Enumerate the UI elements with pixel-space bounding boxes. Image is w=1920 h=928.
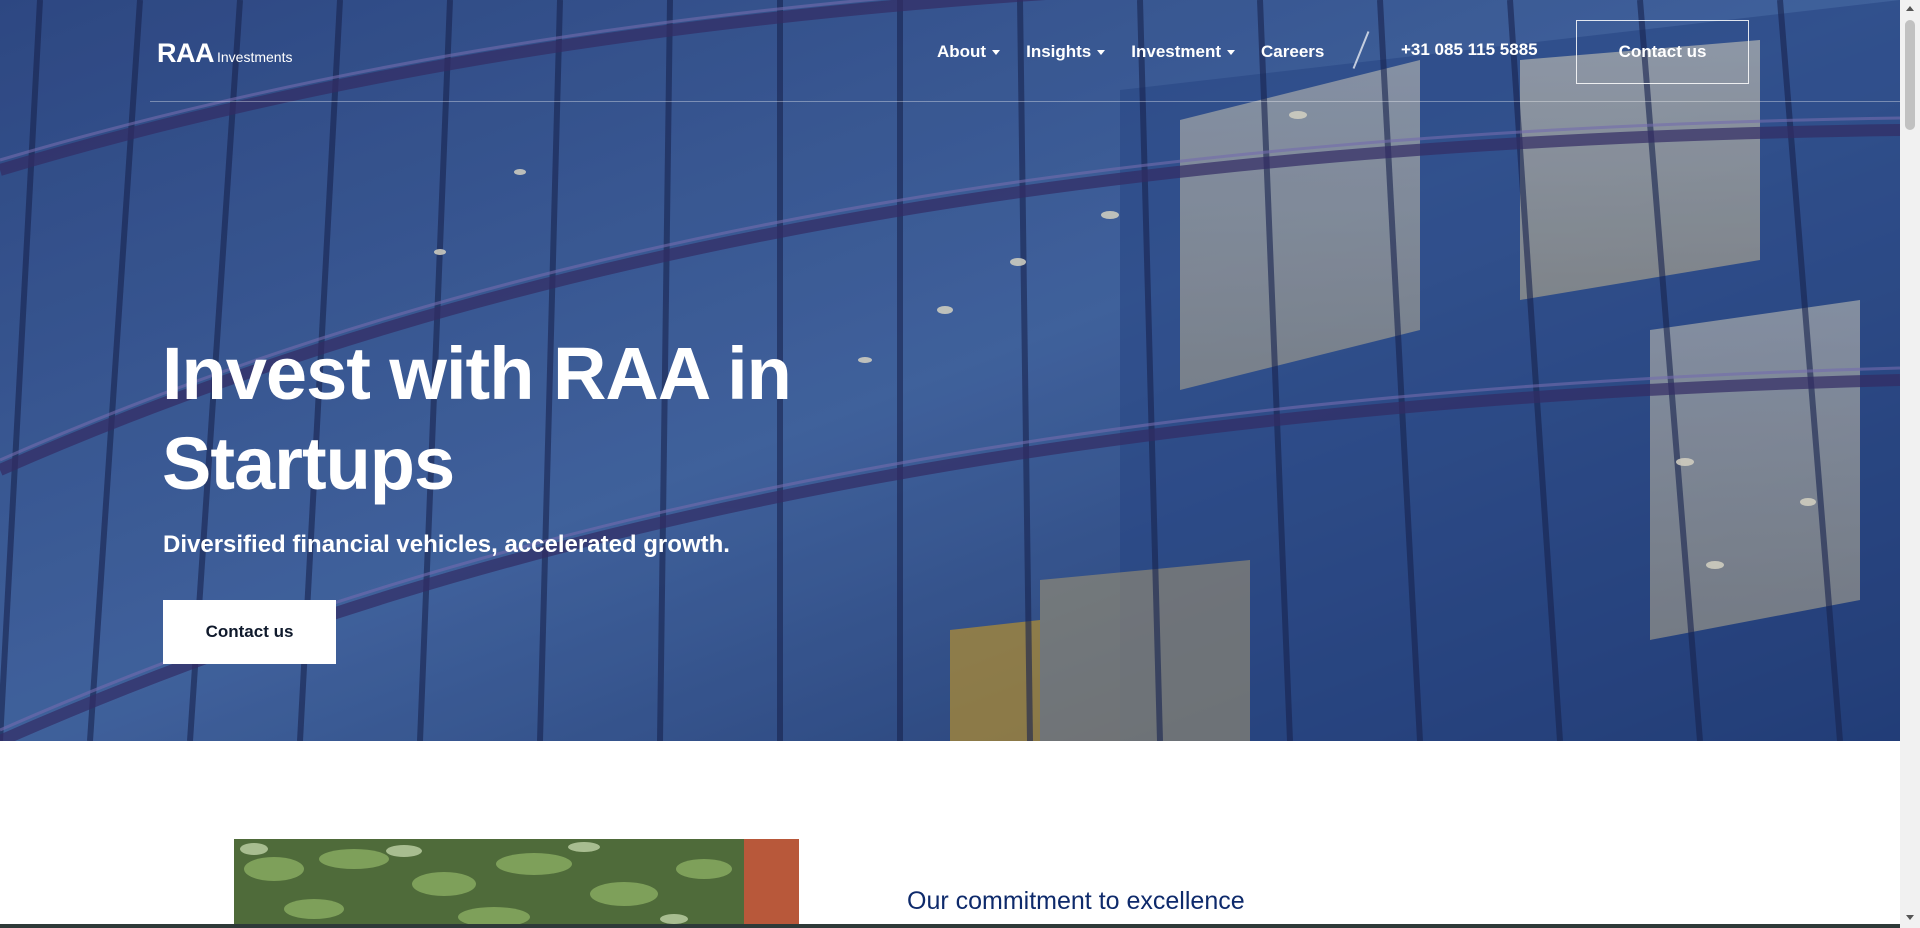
foliage-image <box>234 839 799 928</box>
section-heading: Our commitment to excellence <box>907 887 1245 915</box>
nav-item-investment[interactable]: Investment <box>1131 42 1236 62</box>
hero-title-line-2: Startups <box>162 422 455 505</box>
chevron-down-icon <box>1097 49 1106 55</box>
header-divider <box>150 101 1900 102</box>
scrollbar-thumb[interactable] <box>1905 20 1915 130</box>
nav-item-careers[interactable]: Careers <box>1261 42 1324 62</box>
commitment-photo <box>234 839 799 928</box>
phone-link[interactable]: +31 085 115 5885 <box>1401 40 1538 60</box>
nav-item-label: Careers <box>1261 42 1325 61</box>
header-contact-button[interactable]: Contact us <box>1576 20 1749 84</box>
main-nav: About Insights Investment Careers <box>937 40 1350 64</box>
taskbar-edge <box>0 924 1900 928</box>
nav-item-label: Insights <box>1026 42 1092 61</box>
page: RAA Investments About Insights Investment… <box>0 0 1900 928</box>
hero-subtitle: Diversified financial vehicles, accelera… <box>163 531 730 558</box>
logo-wordmark: RAA <box>157 38 215 68</box>
hero-section: RAA Investments About Insights Investment… <box>0 0 1900 741</box>
hero-contact-button[interactable]: Contact us <box>163 600 336 664</box>
scroll-up-arrow-icon[interactable] <box>1906 6 1914 11</box>
logo-tagline: Investments <box>217 49 293 65</box>
site-logo[interactable]: RAA Investments <box>157 38 292 69</box>
nav-item-label: About <box>937 42 987 61</box>
hero-title-line-1: Invest with RAA in <box>162 332 792 415</box>
hero-title: Invest with RAA in Startups <box>162 329 862 509</box>
page-scrollbar[interactable] <box>1900 0 1920 928</box>
nav-item-about[interactable]: About <box>937 42 1001 62</box>
nav-item-label: Investment <box>1131 42 1222 61</box>
chevron-down-icon <box>992 49 1001 55</box>
nav-item-insights[interactable]: Insights <box>1026 42 1106 62</box>
chevron-down-icon <box>1227 49 1236 55</box>
scroll-down-arrow-icon[interactable] <box>1906 915 1914 920</box>
